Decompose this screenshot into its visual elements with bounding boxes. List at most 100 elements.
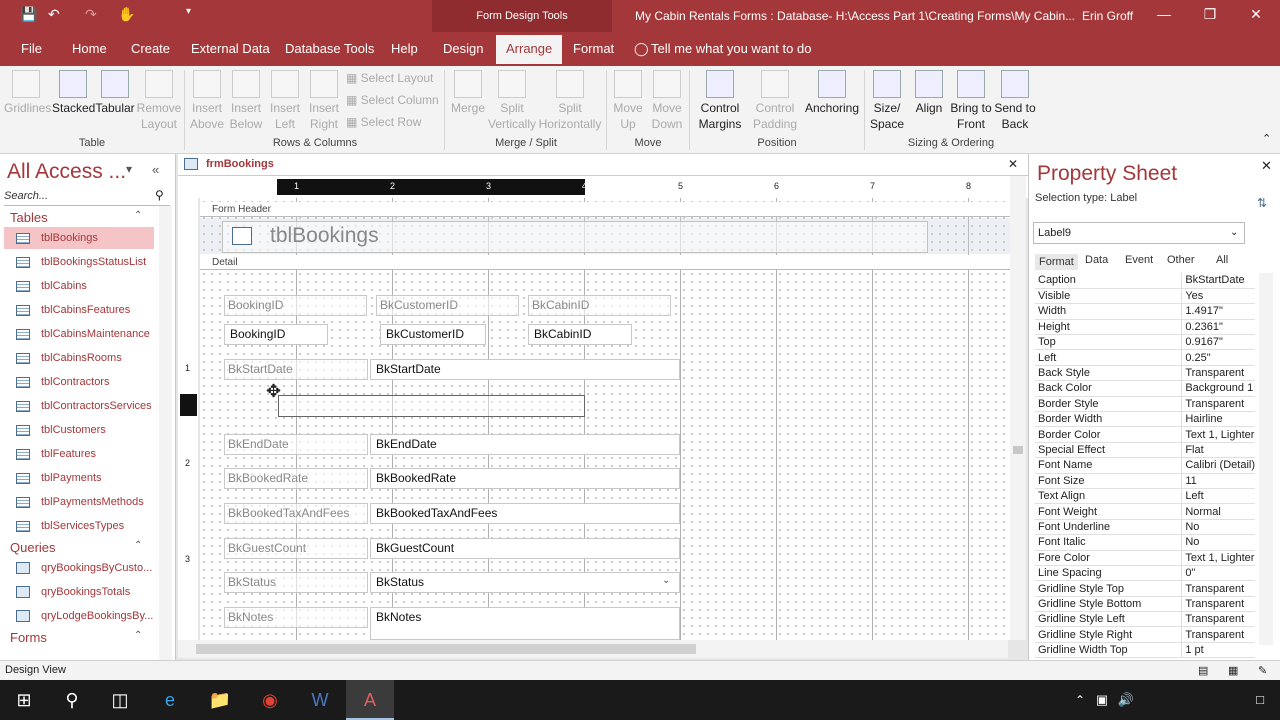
form-design-surface[interactable]: Form Header tblBookings Detail BookingID…: [200, 198, 1010, 640]
bookingid-label[interactable]: BookingID: [224, 295, 367, 316]
design-view-icon[interactable]: ✎: [1258, 662, 1267, 680]
nav-item[interactable]: tblContractors: [4, 371, 154, 393]
bkstartdate-textbox[interactable]: BkStartDate: [370, 359, 680, 380]
property-row[interactable]: Border Width Hairline: [1035, 411, 1255, 428]
close-icon[interactable]: ✕: [1236, 6, 1276, 23]
tab-database-tools[interactable]: Database Tools: [285, 41, 374, 56]
property-row[interactable]: Visible Yes: [1035, 288, 1255, 305]
property-row[interactable]: Font Size 11: [1035, 473, 1255, 489]
restore-icon[interactable]: ❐: [1190, 6, 1230, 23]
design-horizontal-scrollbar[interactable]: [178, 640, 1008, 658]
notifications-icon[interactable]: □: [1236, 680, 1280, 720]
bkbookedtaxandfees-textbox[interactable]: BkBookedTaxAndFees: [370, 503, 680, 524]
windows-start-icon[interactable]: ⊞: [0, 680, 48, 720]
property-row[interactable]: Back Style Transparent: [1035, 365, 1255, 382]
access-icon[interactable]: A: [346, 680, 394, 720]
gridlines-button[interactable]: Gridlines: [4, 66, 51, 116]
nav-item[interactable]: tblPaymentsMethods: [4, 491, 154, 513]
tab-other[interactable]: Other: [1167, 254, 1195, 266]
property-row[interactable]: Fore Color Text 1, Lighter: [1035, 550, 1255, 566]
property-row[interactable]: Gridline Style Left Transparent: [1035, 611, 1255, 628]
size-space-button[interactable]: Size/ Space: [866, 66, 908, 132]
scrollbar-thumb[interactable]: [1013, 446, 1023, 454]
nav-section-queries[interactable]: Queries ⌃: [10, 540, 142, 555]
property-value[interactable]: 0": [1181, 565, 1255, 582]
bkcabinid-label[interactable]: BkCabinID: [528, 295, 671, 316]
property-value[interactable]: No: [1181, 534, 1255, 551]
property-value[interactable]: 0.25": [1181, 349, 1255, 366]
property-value[interactable]: Transparent: [1181, 396, 1255, 413]
property-scrollbar[interactable]: [1259, 273, 1273, 645]
undo-icon[interactable]: ↶: [48, 6, 60, 23]
nav-item[interactable]: tblContractorsServices: [4, 395, 154, 417]
tab-home[interactable]: Home: [72, 41, 107, 56]
nav-item[interactable]: tblBookingsStatusList: [4, 251, 154, 273]
horizontal-ruler[interactable]: 1 2 3 4 5 6 7 8: [178, 176, 1028, 198]
bkcustomerid-label[interactable]: BkCustomerID: [376, 295, 519, 316]
collapse-ribbon-icon[interactable]: ⌃: [1262, 132, 1271, 145]
remove-layout-button[interactable]: Remove Layout: [136, 66, 182, 132]
nav-item[interactable]: qryLodgeBookingsBy...: [4, 605, 154, 627]
property-value[interactable]: 11: [1181, 473, 1255, 489]
property-value[interactable]: Left: [1181, 488, 1255, 505]
property-value[interactable]: Transparent: [1181, 580, 1255, 597]
nav-item[interactable]: tblCabins: [4, 275, 154, 297]
bookingid-textbox[interactable]: BookingID: [224, 324, 328, 345]
nav-item[interactable]: tblFeatures: [4, 443, 154, 465]
property-value[interactable]: Yes: [1181, 288, 1255, 305]
tab-all[interactable]: All: [1216, 254, 1228, 266]
property-row[interactable]: Gridline Width Top 1 pt: [1035, 642, 1255, 659]
empty-layout-cell[interactable]: [278, 395, 585, 417]
detail-section-bar[interactable]: Detail: [200, 255, 1010, 270]
property-value[interactable]: Hairline: [1181, 411, 1255, 428]
bkbookedtaxandfees-label[interactable]: BkBookedTaxAndFees: [224, 503, 368, 524]
split-vertically-button[interactable]: Split Vertically: [488, 66, 536, 132]
property-row[interactable]: Left 0.25": [1035, 349, 1255, 366]
bkguestcount-label[interactable]: BkGuestCount: [224, 538, 368, 559]
property-row[interactable]: Font Italic No: [1035, 534, 1255, 551]
move-down-button[interactable]: Move Down: [648, 66, 686, 132]
nav-item[interactable]: qryBookingsTotals: [4, 581, 154, 603]
property-row[interactable]: Gridline Style Right Transparent: [1035, 626, 1255, 643]
redo-icon[interactable]: ↷: [85, 6, 97, 23]
bkstatus-label[interactable]: BkStatus: [224, 572, 368, 593]
property-row[interactable]: Height 0.2361": [1035, 319, 1255, 336]
tab-data[interactable]: Data: [1085, 254, 1108, 266]
bkbookedrate-label[interactable]: BkBookedRate: [224, 468, 368, 489]
nav-item[interactable]: tblCabinsFeatures: [4, 299, 154, 321]
form-logo-icon[interactable]: [232, 227, 252, 245]
property-value[interactable]: Text 1, Lighter: [1181, 550, 1255, 566]
form-header-section-bar[interactable]: Form Header: [200, 202, 1010, 217]
property-value[interactable]: BkStartDate: [1181, 273, 1255, 289]
property-row[interactable]: Font Weight Normal: [1035, 503, 1255, 520]
tab-external-data[interactable]: External Data: [191, 41, 270, 56]
anchoring-button[interactable]: Anchoring: [802, 66, 862, 116]
tabular-button[interactable]: Tabular: [94, 66, 136, 116]
word-icon[interactable]: W: [296, 680, 344, 720]
nav-item[interactable]: qryBookingsByCusto...: [4, 557, 154, 579]
property-row[interactable]: Font Name Calibri (Detail): [1035, 457, 1255, 474]
chrome-icon[interactable]: ◉: [246, 680, 294, 720]
save-icon[interactable]: 💾: [20, 6, 37, 23]
nav-item[interactable]: tblCustomers: [4, 419, 154, 441]
layout-view-icon[interactable]: ▦: [1228, 662, 1238, 680]
vertical-ruler[interactable]: 1 2 3: [178, 198, 198, 640]
minimize-icon[interactable]: —: [1144, 6, 1184, 22]
property-value[interactable]: Transparent: [1181, 626, 1255, 643]
tab-event[interactable]: Event: [1125, 254, 1153, 266]
property-value[interactable]: Text 1, Lighter: [1181, 426, 1255, 443]
bkbookedrate-textbox[interactable]: BkBookedRate: [370, 468, 680, 489]
task-view-icon[interactable]: ◫: [96, 680, 144, 720]
property-value[interactable]: Calibri (Detail): [1181, 457, 1255, 474]
bkguestcount-textbox[interactable]: BkGuestCount: [370, 538, 680, 559]
tab-format[interactable]: Format: [573, 41, 614, 56]
bknotes-textbox[interactable]: BkNotes: [370, 607, 680, 640]
bkcustomerid-textbox[interactable]: BkCustomerID: [380, 324, 486, 345]
bkstartdate-label[interactable]: BkStartDate: [224, 359, 368, 380]
property-value[interactable]: 0.2361": [1181, 319, 1255, 336]
property-value[interactable]: Flat: [1181, 442, 1255, 459]
property-row[interactable]: Gridline Style Top Transparent: [1035, 580, 1255, 597]
tab-file[interactable]: File: [21, 41, 42, 56]
split-horizontally-button[interactable]: Split Horizontally: [538, 66, 602, 132]
nav-item[interactable]: tblPayments: [4, 467, 154, 489]
